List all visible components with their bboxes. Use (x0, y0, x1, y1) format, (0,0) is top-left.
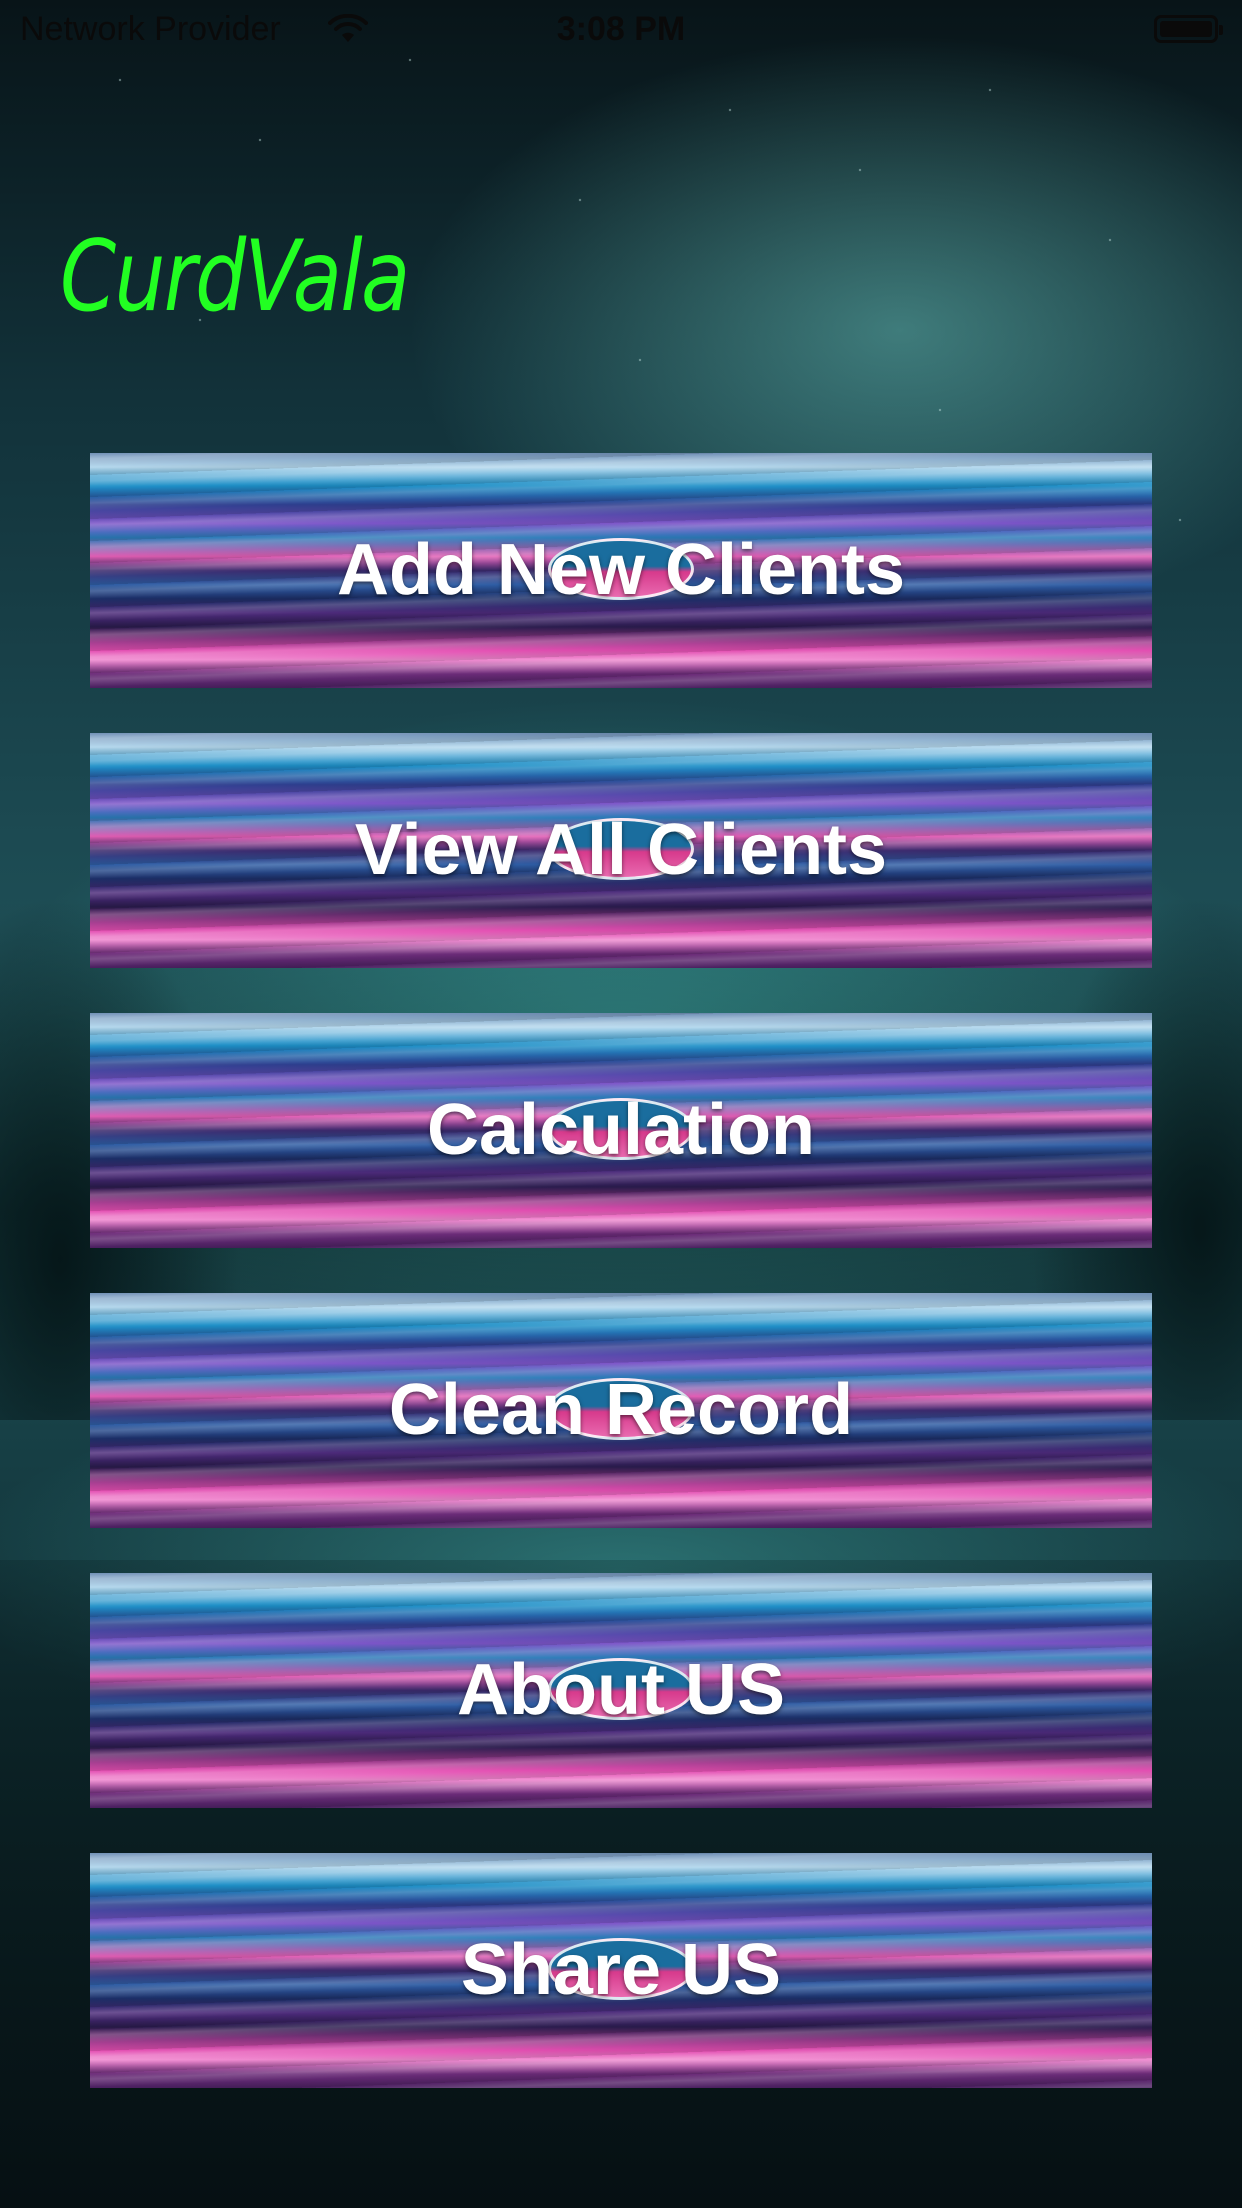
button-label: Add New Clients (336, 530, 906, 610)
home-screen: Network Provider 3:08 PM CurdVala Add Ne… (0, 0, 1242, 2208)
battery-full-icon (1154, 15, 1223, 43)
button-label: About US (457, 1650, 785, 1730)
button-label: View All Clients (354, 810, 888, 890)
clean-record-button[interactable]: Clean Record (90, 1293, 1152, 1528)
add-new-clients-button[interactable]: Add New Clients (90, 453, 1152, 688)
status-time: 3:08 PM (556, 10, 686, 48)
button-label: Calculation (426, 1090, 816, 1170)
calculation-button[interactable]: Calculation (90, 1013, 1152, 1248)
status-bar: Network Provider 3:08 PM (0, 0, 1242, 60)
button-label: Clean Record (388, 1370, 854, 1450)
share-us-button[interactable]: Share US (90, 1853, 1152, 2088)
button-label: Share US (460, 1930, 782, 2010)
main-menu: Add New Clients View All Clients Calcula… (90, 453, 1152, 2088)
view-all-clients-button[interactable]: View All Clients (90, 733, 1152, 968)
about-us-button[interactable]: About US (90, 1573, 1152, 1808)
app-title: CurdVala (60, 220, 410, 334)
